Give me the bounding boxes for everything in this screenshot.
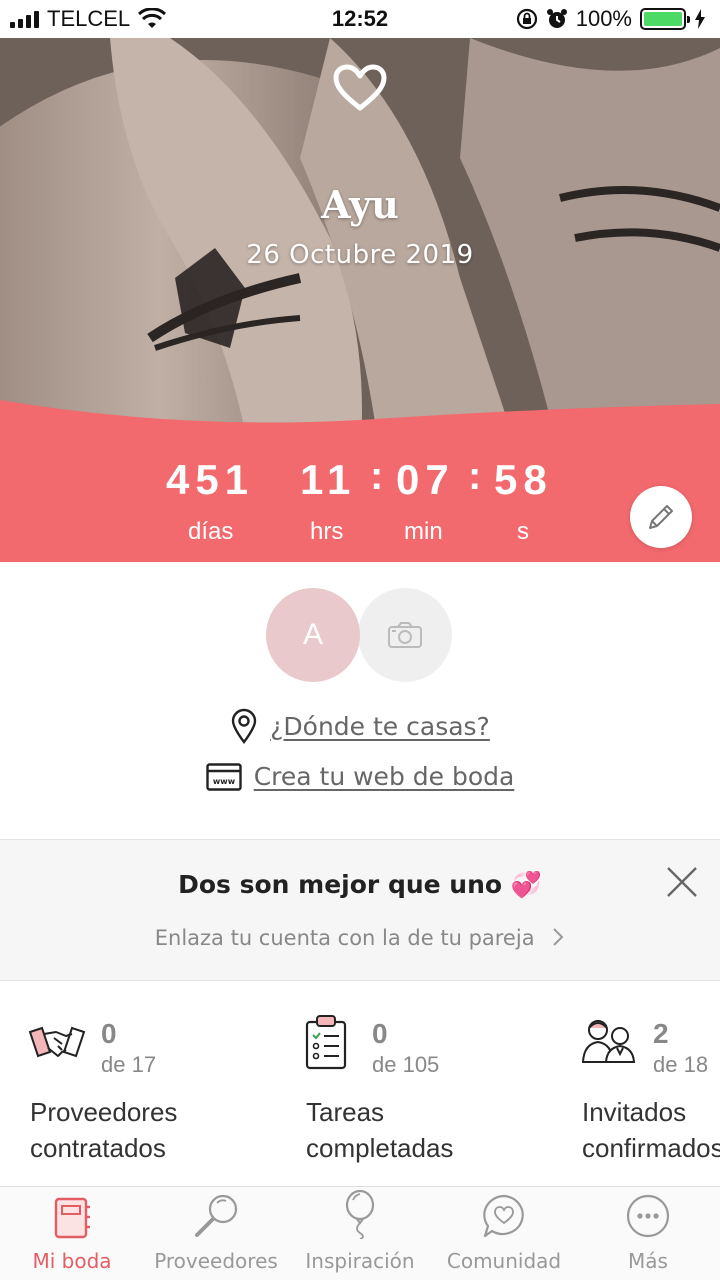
partner-banner-title: Dos son mejor que uno 💞 [178, 870, 542, 899]
wedding-web-link-row[interactable]: www Crea tu web de boda [0, 762, 720, 791]
countdown-seconds-label: s [517, 518, 529, 545]
countdown: 451 11 : 07 : 58 días hrs min s [0, 452, 720, 562]
tab-label: Proveedores [154, 1249, 278, 1273]
tab-label: Inspiración [305, 1249, 415, 1273]
countdown-minutes-label: min [404, 518, 443, 545]
stat-tasks-label: Tareas completadas [306, 1094, 453, 1166]
stat-guests-total: de 18 [653, 1052, 709, 1077]
heart-logo-icon [0, 64, 720, 119]
status-bar-left: TELCEL [10, 6, 167, 32]
location-pin-icon [231, 708, 257, 744]
rotation-lock-icon [516, 8, 537, 30]
wedding-web-link[interactable]: Crea tu web de boda [254, 762, 515, 791]
tab-comunidad[interactable]: Comunidad [432, 1187, 576, 1280]
tab-mi-boda[interactable]: Mi boda [0, 1187, 144, 1280]
add-partner-photo-button[interactable] [358, 588, 452, 682]
carrier-name: TELCEL [47, 6, 131, 31]
stat-vendors-label: Proveedores contratados [30, 1094, 177, 1166]
battery-percent: 100% [575, 6, 632, 31]
status-bar-right: 100% [516, 6, 706, 32]
chevron-right-icon [553, 928, 564, 946]
stat-vendors-total: de 17 [101, 1052, 157, 1077]
stat-guests-value: 2 [653, 1018, 669, 1049]
tab-mas[interactable]: Más [576, 1187, 720, 1280]
stat-vendors-value: 0 [101, 1018, 117, 1049]
magnifier-icon [195, 1194, 238, 1237]
charging-icon [695, 9, 705, 29]
where-link[interactable]: ¿Dónde te casas? [270, 712, 490, 741]
hero-cover-photo[interactable]: Ayu 26 Octubre 2019 451 11 : 07 : 58 día… [0, 38, 720, 562]
camera-icon [388, 622, 422, 648]
tab-label: Más [628, 1249, 668, 1273]
bottom-tab-bar: Mi boda Proveedores Inspiración Comunida… [0, 1186, 720, 1280]
partner-banner-subtitle[interactable]: Enlaza tu cuenta con la de tu pareja [0, 926, 720, 950]
alarm-icon [546, 9, 567, 28]
tab-proveedores[interactable]: Proveedores [144, 1187, 288, 1280]
stat-label-line: Invitados [582, 1097, 687, 1127]
chat-heart-icon [483, 1194, 524, 1238]
countdown-seconds: 58 [494, 456, 553, 503]
tab-inspiracion[interactable]: Inspiración [288, 1187, 432, 1280]
wedding-date: 26 Octubre 2019 [246, 240, 474, 270]
stat-label-line: contratados [30, 1133, 166, 1163]
svg-text:www: www [213, 777, 236, 786]
www-browser-icon: www [205, 762, 242, 791]
handshake-icon [28, 1026, 86, 1058]
more-dots-icon [626, 1194, 670, 1238]
couple-name: Ayu [321, 182, 399, 227]
countdown-separator: : [468, 454, 482, 498]
tab-label: Comunidad [446, 1249, 562, 1273]
stat-guests-label: Invitados confirmados [582, 1094, 720, 1166]
avatar[interactable]: A [266, 588, 360, 682]
stat-label-line: Tareas [306, 1097, 385, 1127]
signal-icon [10, 10, 39, 28]
stat-tasks-value: 0 [372, 1018, 388, 1049]
countdown-hours-label: hrs [310, 518, 344, 545]
stat-tasks-total: de 105 [372, 1052, 440, 1077]
close-icon[interactable] [664, 864, 700, 900]
countdown-days: 451 [166, 456, 255, 503]
stat-label-line: confirmados [582, 1133, 720, 1163]
couple-guests-icon [581, 1020, 636, 1063]
link-partner-text: Enlaza tu cuenta con la de tu pareja [154, 926, 535, 950]
battery-icon [640, 8, 690, 30]
countdown-hours: 11 [300, 456, 357, 503]
link-partner-banner[interactable]: Dos son mejor que uno 💞 Enlaza tu cuenta… [0, 839, 720, 981]
notebook-icon [54, 1197, 90, 1239]
clipboard-checklist-icon [305, 1015, 347, 1070]
stat-label-line: completadas [306, 1133, 454, 1163]
countdown-minutes: 07 [396, 456, 455, 503]
avatar-initial: A [302, 618, 323, 651]
stat-label-line: Proveedores [30, 1097, 178, 1127]
edit-button[interactable] [630, 486, 692, 548]
where-link-row[interactable]: ¿Dónde te casas? [0, 708, 720, 744]
balloon-icon [345, 1189, 375, 1239]
tab-label: Mi boda [32, 1249, 112, 1273]
status-bar: TELCEL 12:52 100% [0, 0, 720, 38]
pencil-icon [649, 505, 673, 529]
countdown-separator: : [370, 454, 384, 498]
countdown-days-label: días [188, 518, 234, 545]
wifi-icon [138, 8, 167, 28]
